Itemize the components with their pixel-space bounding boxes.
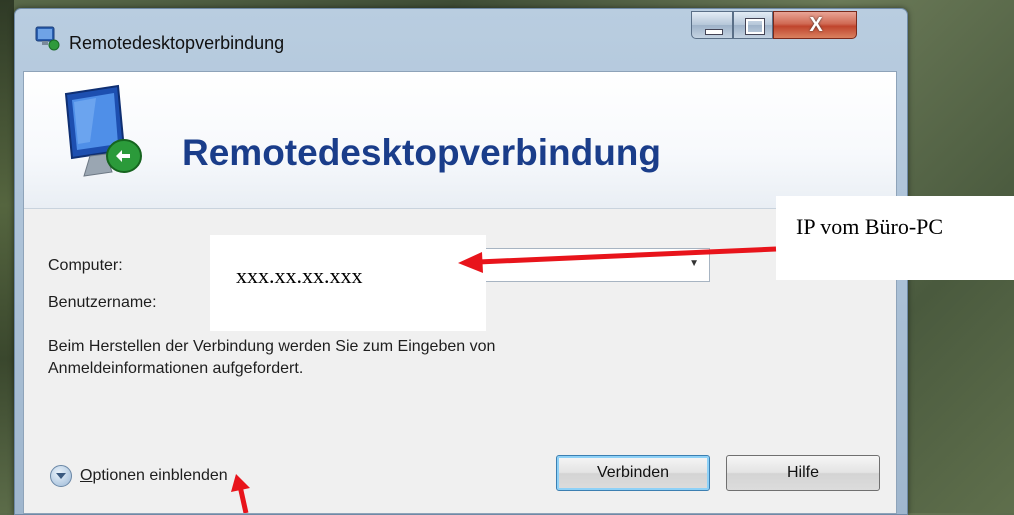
help-button[interactable]: Hilfe	[726, 455, 880, 491]
banner-title: Remotedesktopverbindung	[182, 132, 661, 173]
close-icon: X	[809, 14, 823, 36]
info-text: Beim Herstellen der Verbindung werden Si…	[48, 336, 748, 380]
info-text-line1: Beim Herstellen der Verbindung werden Si…	[48, 338, 496, 355]
rdp-window: Remotedesktopverbindung X Remotedesktopv…	[14, 8, 908, 515]
annotation-box: IP vom Büro-PC	[776, 196, 1014, 280]
username-label: Benutzername:	[48, 294, 157, 311]
options-label-rest: ptionen einblenden	[92, 467, 228, 484]
computer-value: xxx.xx.xx.xxx	[236, 263, 363, 288]
maximize-button[interactable]	[733, 11, 773, 39]
window-title: Remotedesktopverbindung	[69, 33, 285, 53]
close-button[interactable]: X	[773, 11, 857, 39]
remote-desktop-monitor-icon	[64, 84, 142, 177]
remote-desktop-small-icon	[35, 26, 60, 51]
chevron-down-icon[interactable]: ▼	[689, 258, 699, 269]
connect-button[interactable]: Verbinden	[556, 455, 710, 491]
dialog-content: Remotedesktopverbindung Computer: ▼ xxx.…	[23, 71, 897, 514]
header-banner: Remotedesktopverbindung	[24, 72, 896, 209]
expand-options-icon[interactable]	[50, 465, 72, 487]
info-text-line2: Anmeldeinformationen aufgefordert.	[48, 360, 304, 377]
show-options-link[interactable]: Optionen einblenden	[80, 467, 228, 485]
computer-label: Computer:	[48, 257, 123, 274]
options-mnemonic: O	[80, 467, 93, 484]
annotation-text: IP vom Büro-PC	[796, 214, 944, 239]
ip-overlay-box: xxx.xx.xx.xxx	[210, 235, 486, 331]
minimize-icon	[705, 29, 723, 35]
minimize-button[interactable]	[691, 11, 733, 39]
desktop-background	[0, 0, 14, 513]
title-bar[interactable]: Remotedesktopverbindung X	[15, 9, 907, 71]
maximize-icon	[745, 18, 765, 35]
